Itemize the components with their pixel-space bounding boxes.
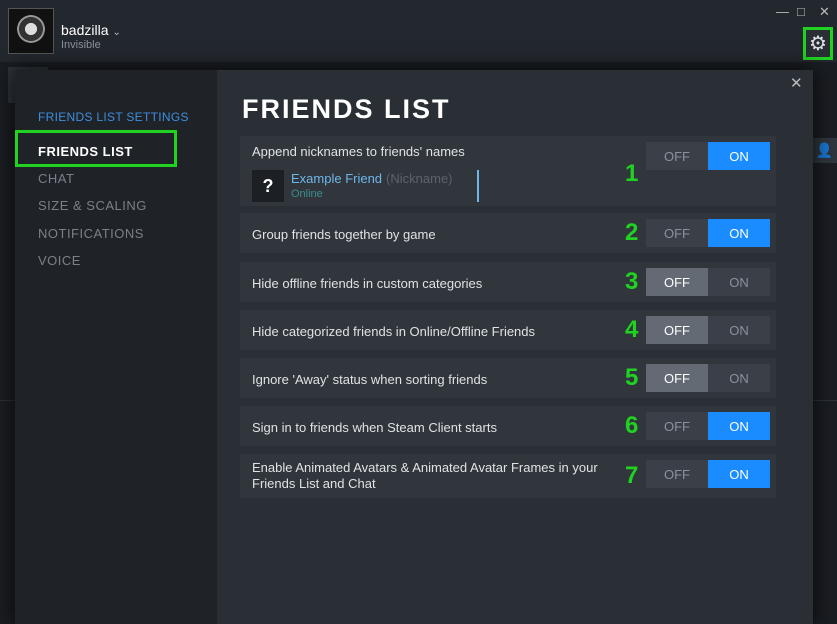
- toggle-off-option[interactable]: OFF: [646, 142, 708, 170]
- toggle-off-option[interactable]: OFF: [646, 412, 708, 440]
- username-text: badzilla: [61, 22, 109, 38]
- example-highlight-bar: [477, 170, 479, 202]
- toggle-sign-in-on-start[interactable]: OFF ON: [646, 412, 770, 440]
- toggle-on-option[interactable]: ON: [708, 268, 770, 296]
- toggle-animated-avatars[interactable]: OFF ON: [646, 460, 770, 488]
- sidebar-item-chat[interactable]: CHAT: [38, 171, 74, 186]
- example-friend-name: Example Friend (Nickname): [291, 171, 453, 186]
- toggle-on-option[interactable]: ON: [708, 364, 770, 392]
- toggle-on-option[interactable]: ON: [708, 219, 770, 247]
- toggle-on-option[interactable]: ON: [708, 316, 770, 344]
- chevron-down-icon[interactable]: ⌄: [112, 27, 120, 38]
- setting-row-sign-in-on-start: Sign in to friends when Steam Client sta…: [240, 406, 776, 446]
- step-number: 2: [625, 219, 639, 246]
- setting-label: Sign in to friends when Steam Client sta…: [252, 420, 497, 435]
- setting-row-append-nicknames: Append nicknames to friends' names ? Exa…: [240, 136, 776, 206]
- sidebar-item-friends-list[interactable]: FRIENDS LIST: [38, 144, 133, 159]
- toggle-hide-categorized[interactable]: OFF ON: [646, 316, 770, 344]
- setting-row-hide-categorized: Hide categorized friends in Online/Offli…: [240, 310, 776, 350]
- minimize-button[interactable]: —: [776, 4, 789, 19]
- setting-label: Append nicknames to friends' names: [252, 144, 465, 159]
- toggle-on-option[interactable]: ON: [708, 142, 770, 170]
- step-number: 4: [625, 316, 639, 343]
- toggle-off-option[interactable]: OFF: [646, 364, 708, 392]
- add-friend-icon[interactable]: 👤: [812, 138, 837, 163]
- friends-list-settings-dialog: FRIENDS LIST SETTINGS FRIENDS LIST CHAT …: [15, 70, 813, 624]
- sidebar-item-size-scaling[interactable]: SIZE & SCALING: [38, 198, 147, 213]
- sidebar-item-voice[interactable]: VOICE: [38, 253, 81, 268]
- step-number: 1: [625, 160, 639, 187]
- setting-label: Hide categorized friends in Online/Offli…: [252, 324, 536, 339]
- page-title: FRIENDS LIST: [242, 94, 451, 124]
- maximize-button[interactable]: □: [797, 4, 805, 19]
- toggle-off-option[interactable]: OFF: [646, 460, 708, 488]
- divider: [813, 400, 837, 401]
- setting-label: Hide offline friends in custom categorie…: [252, 276, 483, 291]
- window-close-button[interactable]: ✕: [819, 4, 830, 20]
- setting-row-ignore-away: Ignore 'Away' status when sorting friend…: [240, 358, 776, 398]
- step-number: 7: [625, 462, 639, 489]
- avatar-emblem-icon: [17, 15, 45, 43]
- dialog-close-button[interactable]: ✕: [790, 74, 803, 92]
- setting-row-group-by-game: Group friends together by game 2 OFF ON: [240, 213, 776, 253]
- example-friend-status: Online: [291, 188, 323, 200]
- setting-row-animated-avatars: Enable Animated Avatars & Animated Avata…: [240, 454, 776, 498]
- friends-window-header: badzilla ⌄ Invisible — □ ✕ ⚙: [0, 0, 837, 62]
- setting-row-hide-offline: Hide offline friends in custom categorie…: [240, 262, 776, 302]
- setting-label: Ignore 'Away' status when sorting friend…: [252, 372, 488, 387]
- sidebar-title: FRIENDS LIST SETTINGS: [38, 110, 189, 124]
- example-nickname: (Nickname): [386, 171, 453, 186]
- settings-sidebar: FRIENDS LIST SETTINGS FRIENDS LIST CHAT …: [15, 70, 217, 624]
- toggle-on-option[interactable]: ON: [708, 412, 770, 440]
- setting-label: Enable Animated Avatars & Animated Avata…: [252, 460, 598, 491]
- gear-icon: ⚙: [809, 33, 827, 55]
- example-name-text: Example Friend: [291, 171, 383, 186]
- toggle-group-by-game[interactable]: OFF ON: [646, 219, 770, 247]
- example-friend: ? Example Friend (Nickname) Online: [252, 170, 480, 202]
- user-status: Invisible: [61, 39, 101, 51]
- step-number: 5: [625, 364, 639, 391]
- toggle-ignore-away[interactable]: OFF ON: [646, 364, 770, 392]
- toggle-off-option[interactable]: OFF: [646, 268, 708, 296]
- avatar[interactable]: [8, 8, 54, 54]
- toggle-hide-offline[interactable]: OFF ON: [646, 268, 770, 296]
- settings-button[interactable]: ⚙: [803, 27, 833, 60]
- example-avatar-icon: ?: [252, 170, 284, 202]
- toggle-append-nicknames[interactable]: OFF ON: [646, 142, 770, 170]
- step-number: 6: [625, 412, 639, 439]
- setting-label: Group friends together by game: [252, 227, 436, 242]
- username[interactable]: badzilla ⌄: [61, 22, 121, 38]
- toggle-off-option[interactable]: OFF: [646, 219, 708, 247]
- step-number: 3: [625, 268, 639, 295]
- toggle-off-option[interactable]: OFF: [646, 316, 708, 344]
- divider: [0, 400, 15, 401]
- toggle-on-option[interactable]: ON: [708, 460, 770, 488]
- sidebar-item-notifications[interactable]: NOTIFICATIONS: [38, 226, 144, 241]
